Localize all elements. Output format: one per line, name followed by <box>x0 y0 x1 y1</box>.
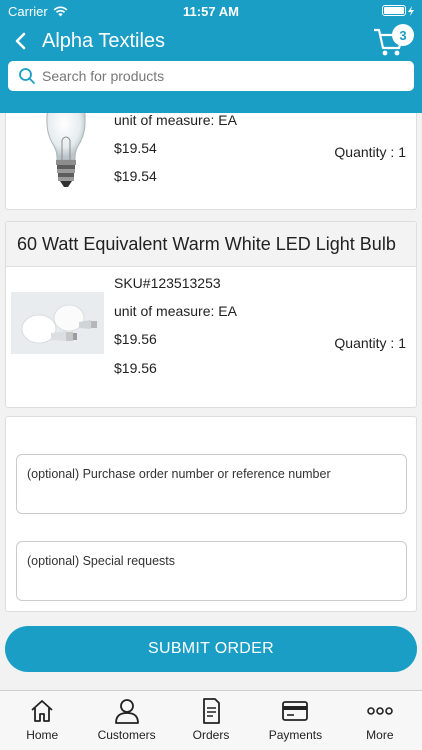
bottom-tab-bar: Home Customers Orders Payments More <box>0 690 422 750</box>
cart-item-card: unit of measure: EA $19.54 $19.54 Quanti… <box>5 113 417 210</box>
tab-label: Orders <box>192 728 230 742</box>
led-bulb-image <box>11 292 104 354</box>
item-total: $19.54 <box>114 168 157 184</box>
chevron-left-icon <box>15 32 26 50</box>
submit-order-button[interactable]: SUBMIT ORDER <box>5 626 417 672</box>
search-input[interactable] <box>42 68 382 84</box>
search-icon <box>19 68 35 84</box>
orders-icon <box>203 698 220 724</box>
po-number-field[interactable]: (optional) Purchase order number or refe… <box>16 454 407 514</box>
tab-label: Home <box>26 728 59 742</box>
cart-item-card: 60 Watt Equivalent Warm White LED Light … <box>5 221 417 408</box>
item-quantity: Quantity : 1 <box>334 144 406 160</box>
more-icon <box>367 707 393 715</box>
tab-label: Payments <box>268 728 323 742</box>
tab-orders[interactable]: Orders <box>169 691 253 750</box>
home-icon <box>31 700 53 722</box>
tab-payments[interactable]: Payments <box>253 691 337 750</box>
search-bar[interactable] <box>8 61 414 91</box>
order-details-form: (optional) Purchase order number or refe… <box>5 416 417 612</box>
cart-content[interactable]: unit of measure: EA $19.54 $19.54 Quanti… <box>0 113 422 690</box>
app-header: Carrier 11:57 AM Alpha Textiles 3 Search… <box>0 0 422 113</box>
battery-icon <box>382 5 414 16</box>
tab-home[interactable]: Home <box>0 691 84 750</box>
cart-button[interactable]: 3 <box>372 24 414 58</box>
tab-more[interactable]: More <box>338 691 422 750</box>
tab-label: More <box>366 728 394 742</box>
page-title: Alpha Textiles <box>42 30 166 52</box>
incandescent-bulb-image <box>46 113 86 187</box>
tab-label: Customers <box>97 728 156 742</box>
item-price: $19.54 <box>114 140 157 156</box>
status-bar: Carrier 11:57 AM <box>0 0 422 22</box>
item-total: $19.56 <box>114 360 157 376</box>
back-button[interactable] <box>8 28 32 54</box>
payments-icon <box>282 701 309 721</box>
cart-count-badge: 3 <box>392 24 414 46</box>
item-uom: unit of measure: EA <box>114 303 237 319</box>
item-quantity: Quantity : 1 <box>334 335 406 351</box>
item-sku: SKU#123513253 <box>114 275 221 291</box>
status-time: 11:57 AM <box>183 4 239 19</box>
item-title: 60 Watt Equivalent Warm White LED Light … <box>6 222 416 267</box>
special-requests-field[interactable]: (optional) Special requests <box>16 541 407 601</box>
customers-icon <box>114 699 139 724</box>
tab-customers[interactable]: Customers <box>84 691 168 750</box>
item-price: $19.56 <box>114 331 157 347</box>
item-uom: unit of measure: EA <box>114 113 237 128</box>
nav-bar: Alpha Textiles 3 <box>0 22 422 60</box>
